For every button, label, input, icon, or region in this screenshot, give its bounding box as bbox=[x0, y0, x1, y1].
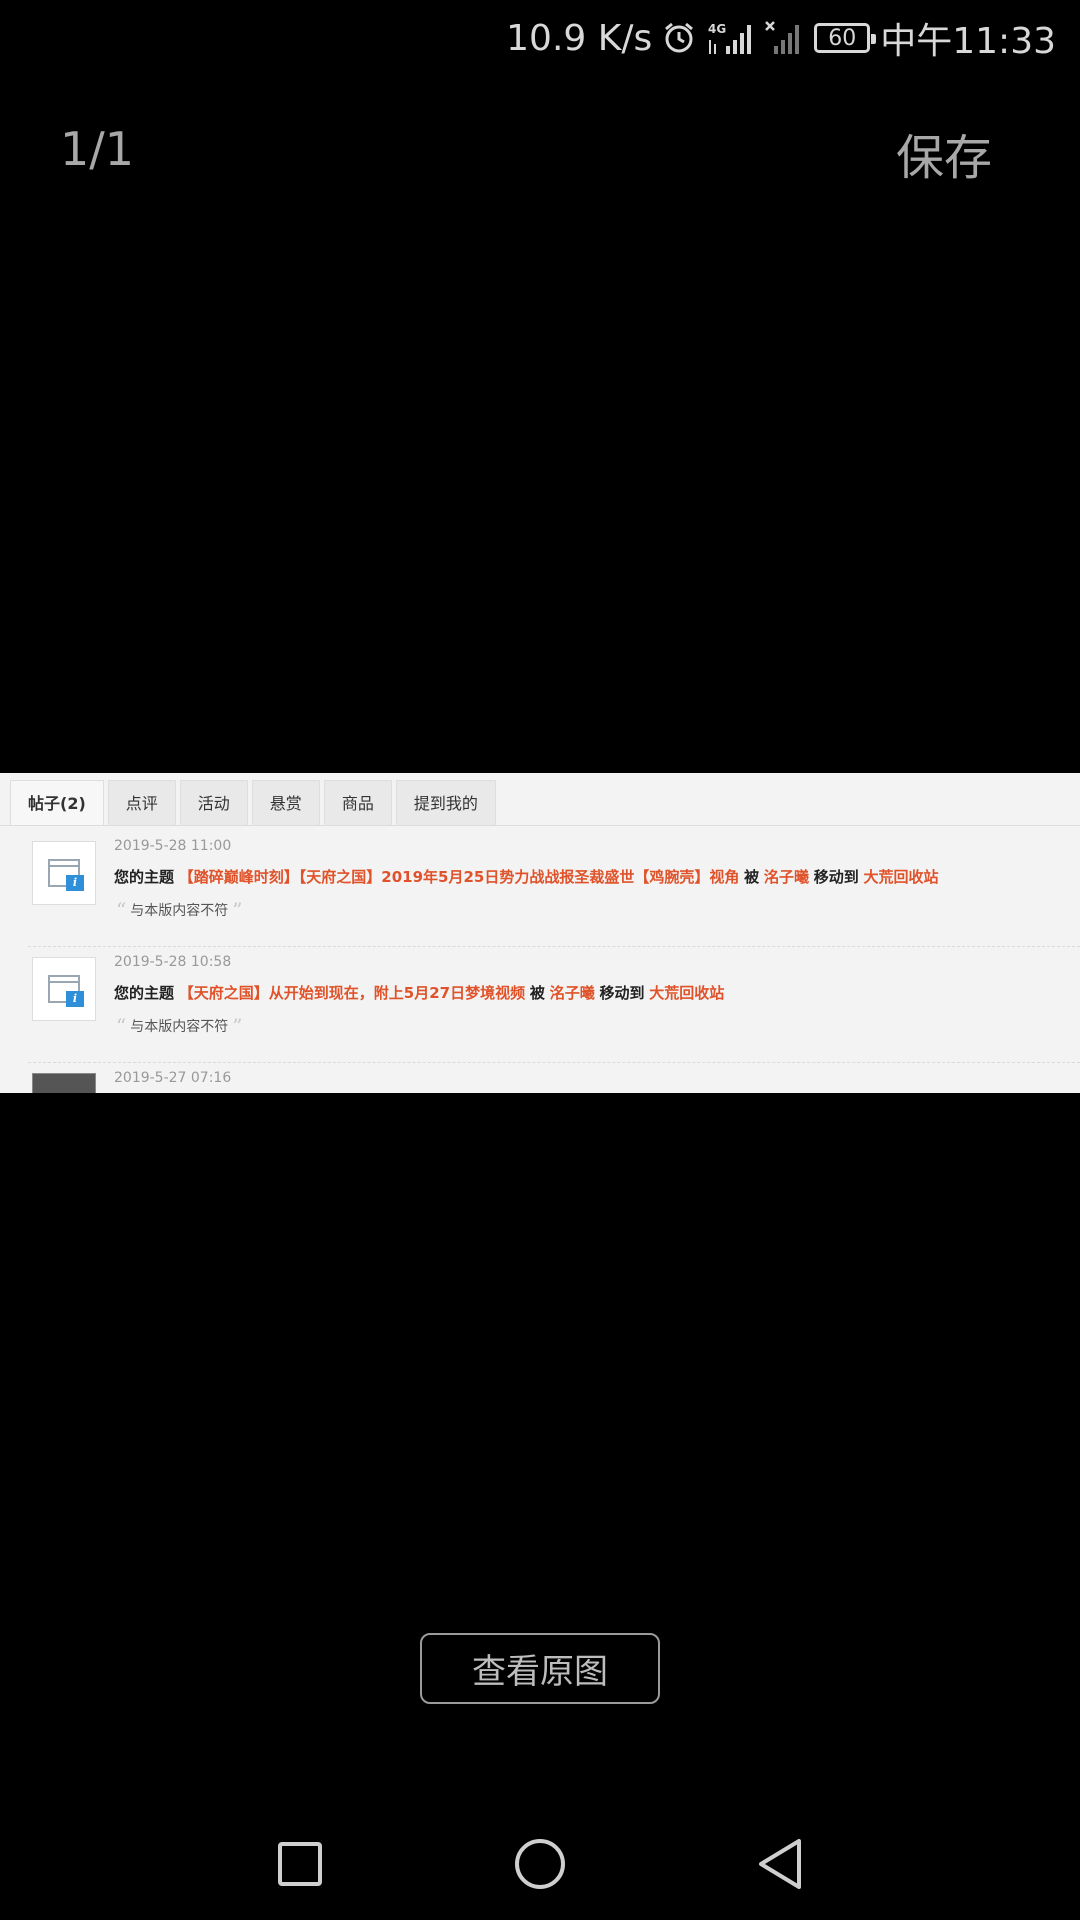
open-quote-icon: “ bbox=[116, 1014, 127, 1038]
back-triangle-icon[interactable] bbox=[740, 1824, 820, 1904]
close-quote-icon: ” bbox=[232, 898, 243, 922]
system-notice-icon: i bbox=[32, 841, 96, 905]
notice-text: 您的主题 【天府之国】从开始到现在，附上5月27日梦境视频 被 洺子曦 移动到 … bbox=[114, 984, 725, 1002]
page-counter: 1/1 bbox=[60, 122, 135, 176]
notice-time: 2019-5-27 07:16 bbox=[114, 1070, 232, 1086]
image-tab-reviews: 点评 bbox=[107, 780, 176, 826]
notice-reason: “ 与本版内容不符 ” bbox=[116, 1014, 243, 1038]
image-tab-activities: 活动 bbox=[179, 780, 248, 826]
status-indicators: 10.9 K/s 4G 60 中午11:33 bbox=[506, 14, 1056, 63]
image-tab-mentions: 提到我的 bbox=[395, 780, 496, 826]
image-tab-posts: 帖子(2) bbox=[10, 780, 104, 826]
navigation-bar bbox=[0, 1808, 1080, 1920]
battery-icon: 60 bbox=[814, 23, 877, 53]
notice-time: 2019-5-28 10:58 bbox=[114, 954, 232, 970]
clock: 中午11:33 bbox=[880, 21, 1056, 62]
image-tab-bar: 帖子(2) 点评 活动 悬赏 商品 提到我的 bbox=[10, 780, 496, 826]
status-bar: 10.9 K/s 4G 60 中午11:33 bbox=[0, 0, 1080, 75]
svg-text:4G: 4G bbox=[708, 22, 726, 36]
system-notice-icon: i bbox=[32, 957, 96, 1021]
user-avatar bbox=[32, 1073, 96, 1093]
image-tab-rewards: 悬赏 bbox=[251, 780, 320, 826]
close-quote-icon: ” bbox=[232, 1014, 243, 1038]
viewed-image[interactable]: 帖子(2) 点评 活动 悬赏 商品 提到我的 i 2019-5-28 11:00… bbox=[0, 773, 1080, 1093]
image-tab-goods: 商品 bbox=[323, 780, 392, 826]
notice-time: 2019-5-28 11:00 bbox=[114, 838, 232, 854]
notice-text: 您的主题 【踏碎巅峰时刻】【天府之国】2019年5月25日势力战战报圣裁盛世【鸡… bbox=[114, 868, 939, 886]
tab-underline bbox=[0, 825, 1080, 826]
notice-item: i 2019-5-28 10:58 您的主题 【天府之国】从开始到现在，附上5月… bbox=[0, 947, 1080, 1063]
open-quote-icon: “ bbox=[116, 898, 127, 922]
notice-reason: “ 与本版内容不符 ” bbox=[116, 898, 243, 922]
net-speed: 10.9 K/s bbox=[506, 17, 653, 59]
notice-item: 2019-5-27 07:16 bbox=[0, 1063, 1080, 1093]
signal-no-sim-icon bbox=[764, 20, 804, 56]
home-circle-icon[interactable] bbox=[500, 1824, 580, 1904]
signal-4g-icon: 4G bbox=[706, 20, 754, 56]
notice-item: i 2019-5-28 11:00 您的主题 【踏碎巅峰时刻】【天府之国】201… bbox=[0, 831, 1080, 947]
save-button[interactable]: 保存 bbox=[896, 118, 992, 188]
view-original-button[interactable]: 查看原图 bbox=[420, 1633, 660, 1704]
alarm-icon bbox=[662, 21, 696, 55]
recents-square-icon[interactable] bbox=[260, 1824, 340, 1904]
